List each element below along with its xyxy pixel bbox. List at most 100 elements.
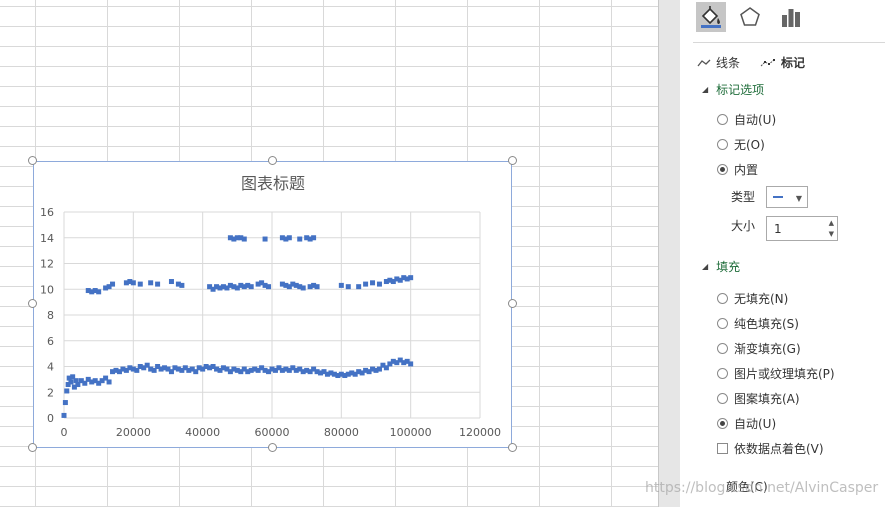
chart-plot: 0 20000 40000 60000 80000 100000 120000 0 2 4 6 8 10… <box>40 174 501 439</box>
data-point[interactable] <box>61 412 67 418</box>
format-data-series-pane: 线条 标记 ◢ 标记选项 自动(U) 无(O) 内置 类型 ▼ 大小 1 ▲ ▼… <box>680 0 885 507</box>
data-point[interactable] <box>300 285 306 291</box>
data-point[interactable] <box>338 282 344 288</box>
marker-size-input[interactable]: 1 ▲ ▼ <box>766 216 838 241</box>
picture-fill-label: 图片或纹理填充(P) <box>734 367 835 381</box>
solid-fill-label: 纯色填充(S) <box>734 317 799 331</box>
resize-handle-bottom-right[interactable] <box>508 443 517 452</box>
data-point[interactable] <box>62 400 68 406</box>
y-tick-label: 0 <box>47 412 54 425</box>
fill-section[interactable]: ◢ 填充 <box>702 258 740 275</box>
radio-selected-icon <box>717 418 728 429</box>
pane-divider <box>693 42 885 43</box>
marker-size-label: 大小 <box>731 219 756 233</box>
marker-none-radio[interactable]: 无(O) <box>717 136 765 153</box>
radio-icon <box>717 368 728 379</box>
data-point[interactable] <box>311 235 317 241</box>
chart-title[interactable]: 图表标题 <box>241 174 305 193</box>
y-tick-label: 8 <box>47 309 54 322</box>
y-tick-label: 12 <box>40 258 54 271</box>
chevron-down-icon: ▼ <box>795 194 802 203</box>
marker-type-select[interactable]: ▼ <box>766 186 808 208</box>
data-point[interactable] <box>297 236 303 242</box>
x-tick-label: 20000 <box>116 426 151 439</box>
y-tick-label: 6 <box>47 335 54 348</box>
resize-handle-top-right[interactable] <box>508 156 517 165</box>
line-subtab-label: 线条 <box>716 56 741 70</box>
marker-options-section[interactable]: ◢ 标记选项 <box>702 81 764 98</box>
data-point[interactable] <box>314 284 320 290</box>
effects-tab-icon[interactable] <box>735 2 765 32</box>
data-point[interactable] <box>356 284 362 290</box>
data-point[interactable] <box>241 236 247 242</box>
marker-options-title: 标记选项 <box>716 83 765 97</box>
dash-marker-icon <box>773 196 783 198</box>
auto-fill-label: 自动(U) <box>734 417 777 431</box>
marker-builtin-radio[interactable]: 内置 <box>717 161 758 178</box>
y-tick-label: 10 <box>40 283 54 296</box>
vary-colors-checkbox[interactable]: 依数据点着色(V) <box>717 440 824 457</box>
data-point[interactable] <box>137 281 143 287</box>
solid-fill-radio[interactable]: 纯色填充(S) <box>717 315 799 332</box>
resize-handle-top-left[interactable] <box>28 156 37 165</box>
pattern-fill-label: 图案填充(A) <box>734 392 800 406</box>
radio-icon <box>717 114 728 125</box>
radio-icon <box>717 318 728 329</box>
y-tick-label: 16 <box>40 206 54 219</box>
fill-line-tab-icon[interactable] <box>696 2 726 32</box>
marker-subtab-label: 标记 <box>781 56 806 70</box>
vary-colors-label: 依数据点着色(V) <box>734 442 824 456</box>
data-point[interactable] <box>248 284 254 290</box>
marker-builtin-label: 内置 <box>734 163 759 177</box>
data-point[interactable] <box>155 281 161 287</box>
marker-type-label: 类型 <box>731 190 756 204</box>
checkbox-icon <box>717 443 728 454</box>
marker-auto-radio[interactable]: 自动(U) <box>717 111 776 128</box>
line-subtab[interactable]: 线条 <box>697 54 740 71</box>
chart-object[interactable]: 0 20000 40000 60000 80000 100000 120000 0 2 4 6 8 10… <box>33 161 512 448</box>
resize-handle-left[interactable] <box>28 299 37 308</box>
series-options-tab-icon[interactable] <box>776 2 806 32</box>
data-point[interactable] <box>110 281 116 287</box>
data-point[interactable] <box>64 388 70 394</box>
resize-handle-right[interactable] <box>508 299 517 308</box>
resize-handle-top[interactable] <box>268 156 277 165</box>
collapse-triangle-icon: ◢ <box>702 262 709 271</box>
data-point[interactable] <box>68 379 74 385</box>
picture-fill-radio[interactable]: 图片或纹理填充(P) <box>717 365 835 382</box>
auto-fill-radio[interactable]: 自动(U) <box>717 415 776 432</box>
data-point[interactable] <box>376 281 382 287</box>
data-point[interactable] <box>266 284 272 290</box>
data-point[interactable] <box>370 280 376 286</box>
resize-handle-bottom[interactable] <box>268 443 277 452</box>
data-point[interactable] <box>408 361 414 367</box>
data-point[interactable] <box>96 289 102 295</box>
data-point[interactable] <box>130 280 136 286</box>
line-icon <box>697 59 711 66</box>
data-point[interactable] <box>179 282 185 288</box>
gradient-fill-radio[interactable]: 渐变填充(G) <box>717 340 801 357</box>
watermark-text: https://blog.csdn.net/AlvinCasper <box>645 480 879 496</box>
pane-splitter[interactable] <box>658 0 681 507</box>
y-tick-label: 14 <box>40 232 54 245</box>
data-point[interactable] <box>363 281 369 287</box>
spin-down-icon[interactable]: ▼ <box>829 230 834 238</box>
data-point[interactable] <box>168 279 174 285</box>
x-tick-label: 120000 <box>459 426 501 439</box>
radio-selected-icon <box>717 164 728 175</box>
spin-up-icon[interactable]: ▲ <box>829 219 834 227</box>
marker-size-value: 1 <box>774 222 782 236</box>
marker-subtab[interactable]: 标记 <box>760 54 805 71</box>
data-point[interactable] <box>106 379 112 385</box>
pattern-fill-radio[interactable]: 图案填充(A) <box>717 390 800 407</box>
data-point[interactable] <box>286 235 292 241</box>
data-point[interactable] <box>345 284 351 290</box>
data-point[interactable] <box>262 236 268 242</box>
resize-handle-bottom-left[interactable] <box>28 443 37 452</box>
no-fill-radio[interactable]: 无填充(N) <box>717 290 788 307</box>
radio-icon <box>717 139 728 150</box>
x-tick-label: 0 <box>61 426 68 439</box>
radio-icon <box>717 343 728 354</box>
data-point[interactable] <box>408 275 414 281</box>
data-point[interactable] <box>148 280 154 286</box>
